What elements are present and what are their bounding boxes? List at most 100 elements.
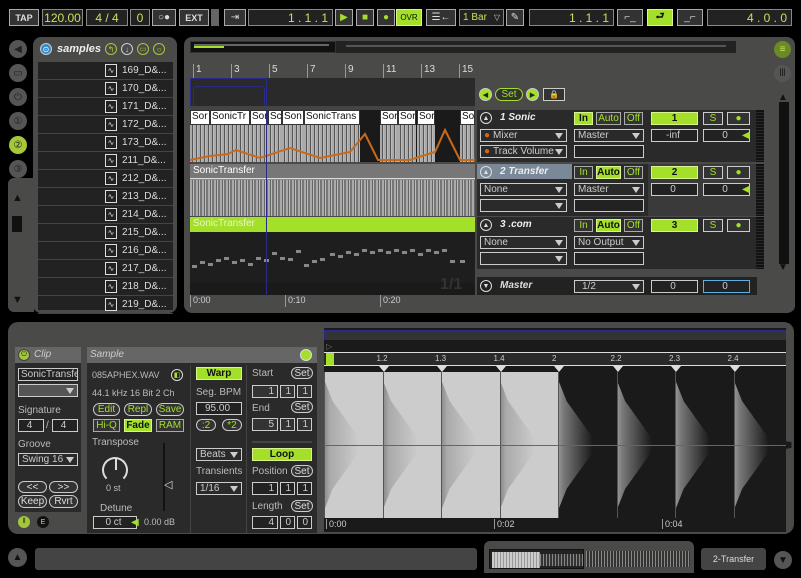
midi-note[interactable] bbox=[320, 258, 325, 261]
warp-marker-label[interactable]: 1.2 bbox=[377, 354, 388, 363]
draw-mode-button[interactable]: ✎ bbox=[506, 9, 524, 26]
output-routing-select[interactable]: Master bbox=[574, 129, 644, 142]
track-scrollbar[interactable] bbox=[779, 102, 789, 264]
position-set-button[interactable]: Set bbox=[291, 465, 313, 477]
arm-record-button[interactable]: ● bbox=[727, 166, 750, 179]
volume-automation-envelope[interactable] bbox=[190, 110, 475, 162]
warp-marker-label[interactable]: 2.4 bbox=[728, 354, 739, 363]
midi-note[interactable] bbox=[280, 257, 285, 260]
length-beat-field[interactable]: 0 bbox=[280, 516, 295, 529]
midi-note[interactable] bbox=[232, 261, 237, 264]
file-list-item[interactable]: ∿ 215_D&... bbox=[38, 224, 173, 242]
show-detail-button[interactable]: ▲ bbox=[8, 548, 27, 567]
midi-note[interactable] bbox=[426, 249, 431, 252]
automation-device-select[interactable]: None bbox=[480, 183, 567, 196]
loop-start-marker-icon[interactable]: ▷ bbox=[326, 342, 332, 351]
warp-mode-select[interactable]: Beats bbox=[196, 448, 242, 461]
monitor-auto-button[interactable]: Auto bbox=[596, 219, 621, 232]
midi-note[interactable] bbox=[460, 260, 465, 263]
scroll-down-icon[interactable]: ▼ bbox=[12, 294, 23, 306]
file-list-item[interactable]: ∿ 218_D&... bbox=[38, 278, 173, 296]
volume-slider-track[interactable] bbox=[163, 443, 165, 511]
overview-selection[interactable] bbox=[190, 41, 336, 53]
file-list-item[interactable]: ∿ 219_D&... bbox=[38, 296, 173, 314]
monitor-in-button[interactable]: In bbox=[574, 166, 593, 179]
midi-note[interactable] bbox=[370, 251, 375, 254]
metronome-button[interactable]: ○● bbox=[152, 9, 176, 26]
length-bar-field[interactable]: 4 bbox=[252, 516, 278, 529]
end-set-button[interactable]: Set bbox=[291, 401, 313, 413]
file-list-item[interactable]: ∿ 171_D&... bbox=[38, 98, 173, 116]
midi-note[interactable] bbox=[418, 253, 423, 256]
midi-note[interactable] bbox=[208, 263, 213, 266]
file-list-item[interactable]: ∿ 212_D&... bbox=[38, 170, 173, 188]
sample-preview-button[interactable]: ◧ bbox=[171, 369, 183, 381]
midi-note[interactable] bbox=[296, 250, 301, 253]
clip-name-field[interactable]: SonicTransfe bbox=[18, 368, 78, 381]
warp-marker-label[interactable]: 2.3 bbox=[669, 354, 680, 363]
preview-icon[interactable]: ▭ bbox=[137, 43, 149, 55]
envelope-box-toggle[interactable]: E bbox=[37, 516, 49, 528]
clip-sig-numerator[interactable]: 4 bbox=[18, 419, 44, 432]
monitor-off-button[interactable]: Off bbox=[624, 112, 643, 125]
monitor-auto-button[interactable]: Auto bbox=[596, 166, 621, 179]
midi-note[interactable] bbox=[272, 252, 277, 255]
set-locator-button[interactable]: Set bbox=[495, 88, 523, 101]
monitor-in-button[interactable]: In bbox=[574, 112, 593, 125]
file-list-item[interactable]: ∿ 170_D&... bbox=[38, 80, 173, 98]
midi-note[interactable] bbox=[240, 259, 245, 262]
midi-note[interactable] bbox=[378, 249, 383, 252]
nudge-forward-button[interactable]: >> bbox=[49, 481, 78, 493]
midi-note[interactable] bbox=[248, 263, 253, 266]
loop-start-field[interactable]: 1 . 1 . 1 bbox=[529, 9, 614, 26]
output-channel-field[interactable] bbox=[574, 199, 644, 212]
midi-note[interactable] bbox=[288, 258, 293, 261]
master-output-select[interactable]: 1/2 bbox=[574, 280, 644, 293]
tap-button[interactable]: TAP bbox=[9, 9, 39, 26]
bar-ruler[interactable]: 1 3 5 7 9 11 13 15 bbox=[190, 64, 475, 78]
stop-button[interactable]: ■ bbox=[356, 9, 374, 26]
output-channel-field[interactable] bbox=[574, 145, 644, 158]
playhead-marker[interactable] bbox=[326, 353, 334, 365]
browser-live-devices-button[interactable]: ▭ bbox=[9, 64, 27, 82]
automation-param-select[interactable] bbox=[480, 252, 567, 265]
browser-plugins-button[interactable]: ⏻ bbox=[9, 88, 27, 106]
prev-locator-button[interactable]: ◀ bbox=[479, 88, 492, 101]
midi-note[interactable] bbox=[338, 255, 343, 258]
file-browser-3-button[interactable]: ③ bbox=[9, 160, 27, 178]
clip-color-select[interactable] bbox=[18, 384, 78, 397]
loop-length-field[interactable]: 4 . 0 . 0 bbox=[707, 9, 792, 26]
file-list-item[interactable]: ∿ 217_D&... bbox=[38, 260, 173, 278]
follow-button[interactable]: ⇥ bbox=[224, 9, 246, 26]
midi-note[interactable] bbox=[386, 251, 391, 254]
keep-button[interactable]: Keep bbox=[18, 495, 47, 508]
search-icon[interactable]: ○ bbox=[153, 43, 165, 55]
midi-note[interactable] bbox=[256, 257, 261, 260]
automation-line[interactable] bbox=[190, 127, 475, 161]
record-button[interactable]: ● bbox=[377, 9, 395, 26]
ram-button[interactable]: RAM bbox=[156, 419, 184, 432]
file-list-item[interactable]: ∿ 172_D&... bbox=[38, 116, 173, 134]
ext-sync-button[interactable]: EXT bbox=[179, 9, 209, 26]
automation-param-select[interactable] bbox=[480, 199, 567, 212]
track-2-waveform[interactable] bbox=[190, 180, 475, 216]
warp-marker-label[interactable]: 1.3 bbox=[435, 354, 446, 363]
midi-note[interactable] bbox=[362, 249, 367, 252]
monitor-in-button[interactable]: In bbox=[574, 219, 593, 232]
warp-marker-label[interactable]: 1.4 bbox=[494, 354, 505, 363]
end-bar-field[interactable]: 5 bbox=[252, 418, 278, 431]
file-list-item[interactable]: ∿ 216_D&... bbox=[38, 242, 173, 260]
output-channel-field[interactable] bbox=[574, 252, 644, 265]
fade-button[interactable]: Fade bbox=[124, 419, 152, 432]
loop-brace[interactable] bbox=[193, 86, 265, 106]
next-locator-button[interactable]: ▶ bbox=[526, 88, 539, 101]
loop-button[interactable]: Loop bbox=[252, 448, 312, 461]
midi-note[interactable] bbox=[394, 249, 399, 252]
tempo-field[interactable]: 120.00 bbox=[42, 9, 83, 26]
overview-waveform[interactable] bbox=[586, 551, 690, 567]
midi-note[interactable] bbox=[330, 253, 335, 256]
overview-bar[interactable] bbox=[336, 41, 736, 53]
automation-param-select[interactable]: ● Track Volume bbox=[480, 145, 567, 158]
file-browser-2-button[interactable]: ② bbox=[9, 136, 27, 154]
volume-slider-handle[interactable]: ◁ bbox=[164, 478, 172, 491]
